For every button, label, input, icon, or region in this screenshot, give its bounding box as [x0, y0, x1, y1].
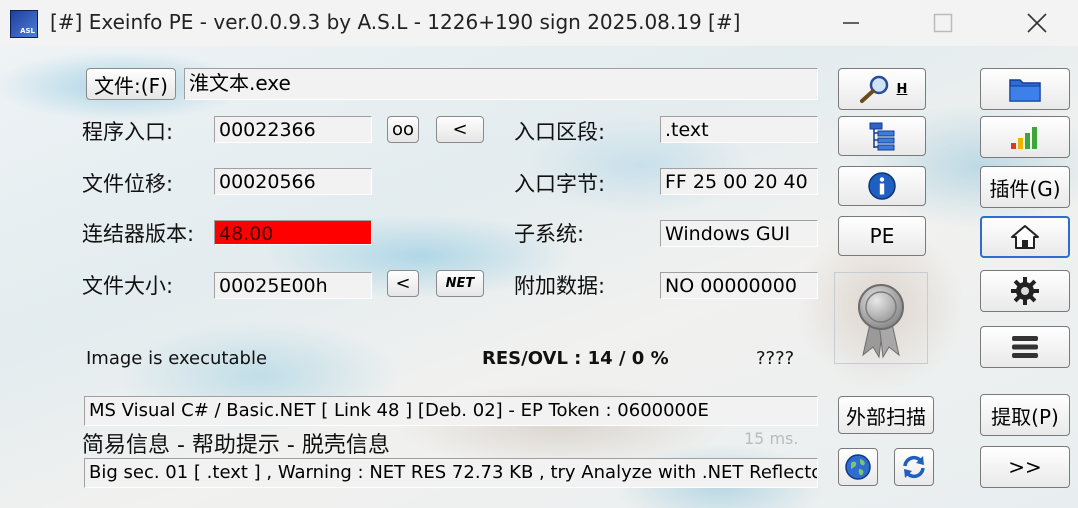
sections-icon: [869, 122, 895, 151]
minimize-icon: [843, 22, 859, 24]
refresh-icon: [903, 455, 925, 479]
ep-section-field[interactable]: .text: [660, 116, 818, 143]
minimize-button[interactable]: [822, 0, 880, 46]
ep-bytes-field[interactable]: FF 25 00 20 40: [660, 168, 818, 195]
hamburger-icon: [1012, 336, 1038, 358]
more-button[interactable]: >>: [980, 446, 1070, 488]
folder-icon: [1009, 79, 1041, 102]
gear-icon: [1011, 277, 1039, 305]
settings-button[interactable]: [980, 270, 1070, 312]
net-button[interactable]: NET: [436, 270, 484, 297]
home-icon: [1011, 225, 1039, 249]
file-size-label: 文件大小:: [82, 274, 174, 298]
overlay-label: 附加数据:: [514, 274, 606, 298]
scan-time-text: 15 ms.: [744, 429, 799, 448]
hint-title: 简易信息 - 帮助提示 - 脱壳信息: [82, 433, 390, 458]
file-name-field[interactable]: 淮文本.exe: [184, 68, 818, 100]
res-ovl-text: RES/OVL : 14 / 0 %: [482, 348, 669, 369]
stats-button[interactable]: [980, 116, 1070, 158]
ep-section-label: 入口区段:: [514, 120, 606, 144]
main-panel: 文件:(F) 淮文本.exe 程序入口: 00022366 oo < 入口区段:…: [0, 46, 1078, 508]
magnifier-icon: [859, 75, 888, 103]
info-icon: [868, 172, 896, 200]
close-icon: [1027, 13, 1047, 33]
ribbon-badge-icon: [858, 284, 904, 359]
app-icon[interactable]: ASL: [10, 10, 38, 38]
detection-field[interactable]: MS Visual C# / Basic.NET [ Link 48 ] [De…: [84, 396, 818, 426]
extract-button[interactable]: 提取(P): [980, 394, 1070, 436]
image-type-text: Image is executable: [86, 348, 268, 369]
subsystem-field[interactable]: Windows GUI: [660, 220, 818, 247]
file-open-button[interactable]: 文件:(F): [86, 68, 176, 100]
external-scan-button[interactable]: 外部扫描: [838, 396, 934, 434]
ep-bytes-label: 入口字节:: [514, 172, 606, 196]
linker-version-label: 连结器版本:: [82, 222, 195, 246]
hint-field[interactable]: Big sec. 01 [ .text ] , Warning : NET RE…: [84, 458, 818, 488]
title-bar: ASL [#] Exeinfo PE - ver.0.0.9.3 by A.S.…: [0, 0, 1078, 46]
home-button[interactable]: [980, 216, 1070, 258]
file-size-field[interactable]: 00025E00h: [214, 272, 372, 299]
linker-version-field[interactable]: 48.00: [214, 220, 372, 245]
entry-point-field[interactable]: 00022366: [214, 116, 372, 143]
pe-button[interactable]: PE: [838, 216, 926, 256]
file-offset-label: 文件位移:: [82, 172, 174, 196]
menu-button[interactable]: [980, 326, 1070, 368]
close-button[interactable]: [1008, 0, 1066, 46]
file-offset-field[interactable]: 00020566: [214, 168, 372, 195]
bar-chart-icon: [1011, 127, 1037, 149]
info-button[interactable]: [838, 166, 926, 206]
overlay-field[interactable]: NO 00000000: [660, 272, 818, 299]
maximize-icon: [933, 13, 953, 33]
oo-button[interactable]: oo: [387, 116, 419, 143]
sections-button[interactable]: [838, 116, 926, 156]
ep-prev-button[interactable]: <: [436, 116, 484, 143]
web-button[interactable]: [838, 448, 878, 486]
refresh-button[interactable]: [894, 448, 934, 486]
open-folder-button[interactable]: [980, 68, 1070, 110]
globe-icon: [845, 454, 871, 480]
search-h-label: H: [896, 81, 908, 97]
plugins-button[interactable]: 插件(G): [980, 166, 1070, 208]
badge-panel: [834, 272, 928, 364]
subsystem-label: 子系统:: [514, 222, 585, 246]
window-title: [#] Exeinfo PE - ver.0.0.9.3 by A.S.L - …: [50, 10, 741, 34]
app-icon-text: ASL: [20, 27, 35, 35]
search-h-button[interactable]: H: [838, 68, 926, 110]
maximize-button: [914, 0, 972, 46]
entry-point-label: 程序入口:: [82, 120, 174, 144]
size-prev-button[interactable]: <: [387, 270, 419, 297]
unknown-text: ????: [756, 348, 795, 369]
